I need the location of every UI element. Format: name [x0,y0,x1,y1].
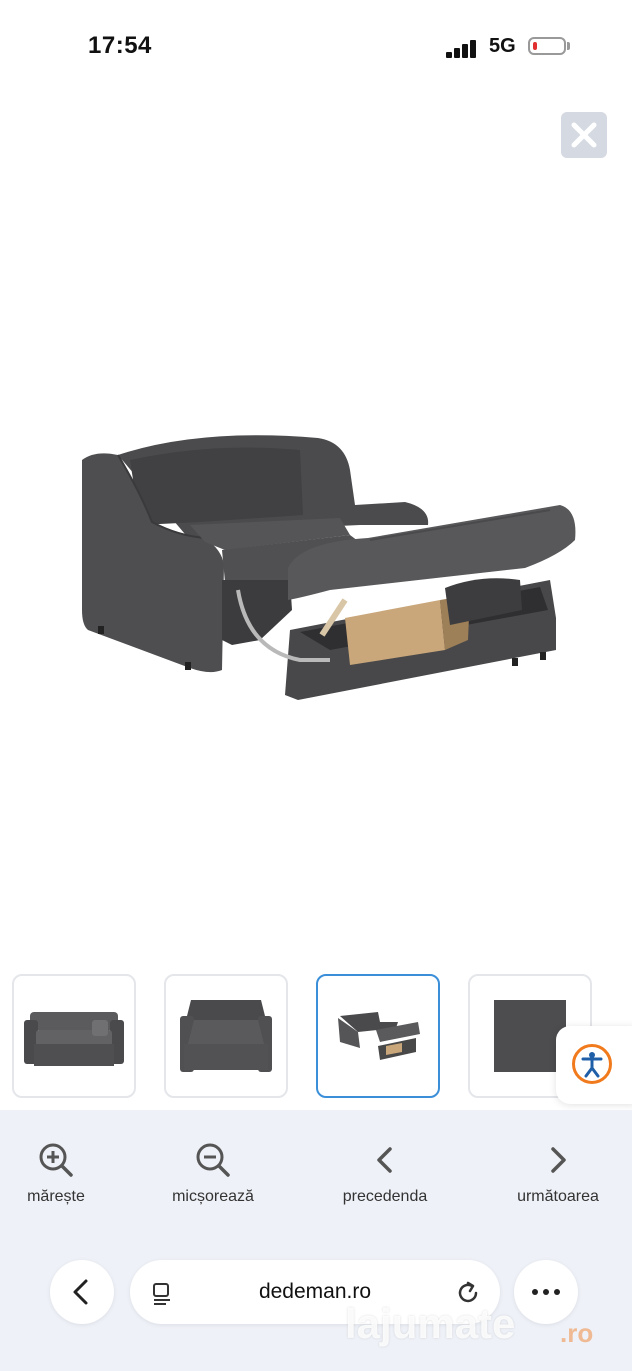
network-type: 5G [489,35,516,57]
more-button[interactable] [514,1260,578,1324]
zoom-out-icon [196,1143,230,1177]
next-label: următoarea [517,1188,599,1205]
zoom-in-label: mărește [27,1188,85,1205]
previous-button[interactable]: precedenda [315,1140,455,1206]
thumbnail-2[interactable] [164,974,288,1098]
product-image [82,435,576,700]
thumbnail-image-sofa-storage [338,1012,420,1060]
zoom-in-button[interactable]: mărește [0,1140,126,1206]
previous-label: precedenda [342,1188,428,1205]
signal-icon [446,38,480,58]
watermark-suffix: .ro [560,1318,594,1348]
accessibility-icon [572,1044,612,1084]
more-icon [532,1289,560,1295]
status-time: 17:54 [88,32,152,59]
watermark: lajumate [345,1300,516,1347]
close-icon [571,122,597,148]
thumbnail-image-sofa-bed [180,1000,272,1072]
battery-tip [567,42,570,50]
browser-bar: dedeman.ro [0,1240,632,1371]
thumbnail-3[interactable] [316,974,440,1098]
status-bar: 17:54 5G [0,0,632,95]
back-button[interactable] [50,1260,114,1324]
zoom-in-icon [39,1143,73,1177]
next-button[interactable]: următoarea [488,1140,628,1206]
chevron-right-icon [551,1147,566,1173]
thumbnail-1[interactable] [12,974,136,1098]
accessibility-button[interactable] [556,1026,632,1104]
product-image-viewer[interactable] [0,170,632,960]
close-button[interactable] [561,112,607,158]
zoom-out-button[interactable]: micșorează [143,1140,283,1206]
gallery-toolbar: mărește micșorează precedenda următoarea [0,1110,632,1240]
back-icon [73,1279,88,1305]
thumbnail-image-sofa-front [24,1012,124,1066]
zoom-out-label: micșorează [172,1188,254,1205]
battery-icon [528,37,566,55]
chevron-left-icon [377,1147,392,1173]
